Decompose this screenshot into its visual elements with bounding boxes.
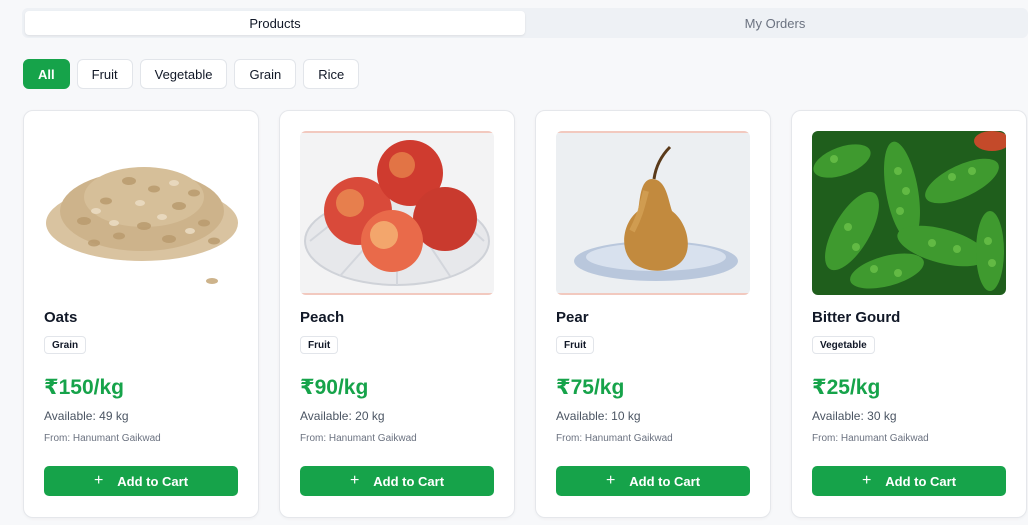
availability: Available: 49 kg (44, 409, 129, 423)
seller-info: From: Hanumant Gaikwad (300, 433, 417, 444)
pear-image (556, 131, 750, 295)
add-to-cart-label: Add to Cart (373, 473, 445, 489)
filter-fruit[interactable]: Fruit (76, 59, 133, 89)
product-name: Peach (300, 309, 345, 326)
filter-grain[interactable]: Grain (234, 59, 297, 89)
add-to-cart-label: Add to Cart (885, 473, 957, 489)
product-card-peach: Peach Fruit ₹90/kg Available: 20 kg From… (279, 110, 515, 518)
product-price: ₹150/kg (44, 376, 124, 399)
view-tabs: Products My Orders (22, 8, 1028, 38)
availability: Available: 10 kg (556, 409, 641, 423)
oats-image (44, 131, 238, 295)
product-price: ₹25/kg (812, 376, 881, 399)
peach-image (300, 131, 494, 295)
category-badge: Grain (44, 336, 87, 354)
add-to-cart-button[interactable]: + Add to Cart (300, 466, 494, 496)
tab-my-orders[interactable]: My Orders (525, 11, 1025, 35)
product-card-bitter-gourd: Bitter Gourd Vegetable ₹25/kg Available:… (791, 110, 1027, 518)
plus-icon: + (605, 472, 616, 489)
add-to-cart-label: Add to Cart (117, 473, 189, 489)
plus-icon: + (861, 472, 872, 489)
filter-rice[interactable]: Rice (303, 59, 360, 89)
product-name: Pear (556, 309, 589, 326)
bitter-gourd-image (812, 131, 1006, 295)
category-badge: Fruit (300, 336, 339, 354)
plus-icon: + (93, 472, 104, 489)
category-badge: Fruit (556, 336, 595, 354)
add-to-cart-button[interactable]: + Add to Cart (44, 466, 238, 496)
filter-vegetable[interactable]: Vegetable (139, 59, 228, 89)
category-badge: Vegetable (812, 336, 875, 354)
add-to-cart-button[interactable]: + Add to Cart (812, 466, 1006, 496)
seller-info: From: Hanumant Gaikwad (44, 433, 161, 444)
availability: Available: 30 kg (812, 409, 897, 423)
plus-icon: + (349, 472, 360, 489)
product-card-oats: Oats Grain ₹150/kg Available: 49 kg From… (23, 110, 259, 518)
category-filters: All Fruit Vegetable Grain Rice (23, 59, 360, 89)
product-card-pear: Pear Fruit ₹75/kg Available: 10 kg From:… (535, 110, 771, 518)
product-name: Bitter Gourd (812, 309, 901, 326)
availability: Available: 20 kg (300, 409, 385, 423)
add-to-cart-button[interactable]: + Add to Cart (556, 466, 750, 496)
product-name: Oats (44, 309, 78, 326)
add-to-cart-label: Add to Cart (629, 473, 701, 489)
product-grid: Oats Grain ₹150/kg Available: 49 kg From… (23, 110, 1027, 518)
filter-all[interactable]: All (23, 59, 70, 89)
product-price: ₹75/kg (556, 376, 625, 399)
seller-info: From: Hanumant Gaikwad (556, 433, 673, 444)
tab-products[interactable]: Products (25, 11, 525, 35)
seller-info: From: Hanumant Gaikwad (812, 433, 929, 444)
product-price: ₹90/kg (300, 376, 369, 399)
